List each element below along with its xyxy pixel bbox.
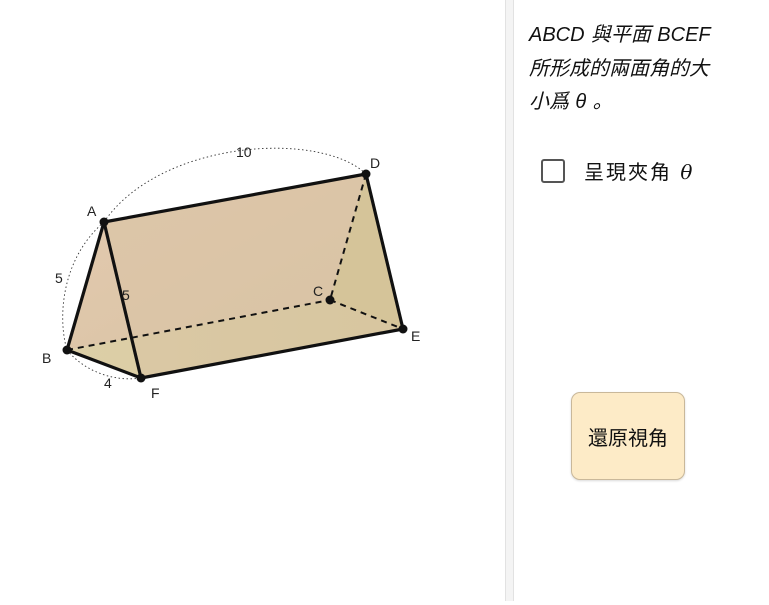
graphics-view[interactable]: A B C D E F 10 5 5 4: [0, 0, 505, 601]
face-adef: [104, 174, 403, 378]
statement-line-2: 所形成的兩面角的大: [529, 56, 709, 80]
length-ad: 10: [236, 144, 252, 160]
restore-view-label: 還原視角: [588, 425, 668, 450]
statement-line-1: ABCD 與平面 BCEF: [529, 18, 711, 52]
show-angle-theta: θ: [680, 160, 695, 184]
side-panel: ABCD 與平面 BCEF 所形成的兩面角的大 小爲 θ 。 呈現夾角 θ 還原…: [514, 0, 769, 601]
show-angle-checkbox[interactable]: [541, 158, 565, 183]
show-angle-toggle[interactable]: 呈現夾角 θ: [541, 156, 694, 185]
point-e[interactable]: [398, 324, 408, 334]
label-d: D: [370, 155, 380, 171]
length-ab: 5: [55, 270, 63, 286]
prism-diagram[interactable]: A B C D E F 10 5 5 4: [0, 0, 505, 601]
label-e: E: [411, 328, 420, 344]
length-af: 5: [122, 287, 130, 303]
label-b: B: [42, 350, 51, 366]
theta-symbol: θ: [575, 91, 587, 113]
length-bf: 4: [104, 375, 112, 391]
point-b[interactable]: [62, 345, 72, 355]
restore-view-button[interactable]: 還原視角: [571, 392, 685, 480]
label-a: A: [87, 203, 97, 219]
statement-line-3: 小爲 θ 。: [529, 85, 711, 119]
panel-divider[interactable]: [505, 0, 514, 601]
show-angle-text: 呈現夾角: [584, 160, 681, 184]
statement-connector: 與平面: [584, 22, 658, 46]
statement-prefix: 小爲: [529, 89, 576, 113]
point-a[interactable]: [99, 217, 109, 227]
label-f: F: [151, 385, 160, 401]
label-c: C: [313, 283, 323, 299]
show-angle-label[interactable]: 呈現夾角 θ: [584, 156, 694, 185]
plane-abcd: ABCD: [529, 24, 585, 46]
problem-statement: ABCD 與平面 BCEF 所形成的兩面角的大 小爲 θ 。: [529, 18, 711, 119]
point-c[interactable]: [325, 295, 335, 305]
point-f[interactable]: [136, 373, 146, 383]
plane-bcef: BCEF: [657, 24, 711, 46]
statement-suffix: 。: [586, 89, 613, 113]
